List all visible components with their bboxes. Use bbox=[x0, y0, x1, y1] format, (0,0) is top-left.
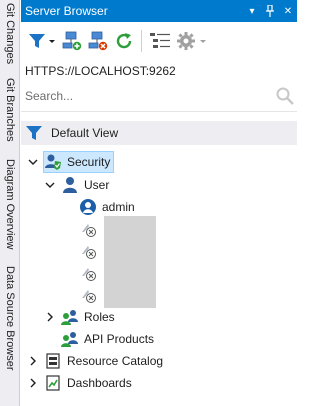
pin-button[interactable] bbox=[263, 3, 277, 19]
roles-icon bbox=[61, 308, 79, 326]
tab-data-source-browser[interactable]: Data Source Browser bbox=[0, 262, 20, 374]
search-box[interactable]: Search... bbox=[21, 80, 297, 112]
search-icon[interactable] bbox=[275, 86, 295, 106]
search-input[interactable]: Search... bbox=[21, 89, 73, 103]
remove-server-button[interactable] bbox=[87, 28, 109, 54]
user-icon bbox=[61, 176, 79, 194]
tree-list-icon bbox=[150, 33, 170, 48]
panel-title-bar: Server Browser ▾ ✕ bbox=[21, 0, 297, 22]
tree-node-label: admin bbox=[102, 200, 135, 214]
collapse-arrow-icon[interactable] bbox=[27, 156, 39, 168]
close-icon: ✕ bbox=[283, 5, 293, 17]
toolbar bbox=[21, 22, 297, 60]
user-disabled-icon bbox=[79, 264, 97, 282]
tree-node-resource-catalog[interactable]: Resource Catalog bbox=[27, 350, 163, 372]
chevron-down-icon: ▾ bbox=[249, 5, 255, 17]
tree-node-dashboards[interactable]: Dashboards bbox=[27, 372, 132, 394]
tree-node-label: API Products bbox=[84, 332, 155, 346]
settings-dropdown-button[interactable] bbox=[176, 28, 208, 54]
tree-node-label: Resource Catalog bbox=[67, 354, 164, 368]
tree-node-admin[interactable]: admin bbox=[79, 196, 135, 218]
tree-node-user[interactable]: User bbox=[44, 174, 109, 196]
redacted-user-names bbox=[104, 216, 156, 308]
user-account-icon bbox=[79, 198, 97, 216]
api-products-icon bbox=[61, 330, 79, 348]
tree-node-label: Security bbox=[67, 155, 111, 169]
tree-node-label: Dashboards bbox=[67, 376, 132, 390]
tree-node-label: Roles bbox=[84, 310, 115, 324]
resource-catalog-icon bbox=[44, 352, 62, 370]
add-server-icon bbox=[62, 31, 82, 51]
security-icon bbox=[44, 153, 62, 171]
expand-arrow-icon[interactable] bbox=[44, 311, 56, 323]
panel-title: Server Browser bbox=[25, 4, 108, 18]
tree-node-user-redacted[interactable] bbox=[79, 240, 102, 262]
tab-diagram-overview[interactable]: Diagram Overview bbox=[0, 152, 20, 256]
toolbar-separator bbox=[141, 30, 142, 52]
expand-arrow-icon[interactable] bbox=[27, 377, 39, 389]
tree-view-button[interactable] bbox=[148, 28, 172, 54]
tab-git-changes[interactable]: Git Changes bbox=[0, 2, 20, 66]
dashboards-icon bbox=[44, 374, 62, 392]
tab-git-branches[interactable]: Git Branches bbox=[0, 74, 20, 146]
close-panel-button[interactable]: ✕ bbox=[281, 3, 295, 19]
filter-icon bbox=[29, 34, 55, 48]
tree-node-api-products[interactable]: API Products bbox=[61, 328, 154, 350]
server-url-label: HTTPS://LOCALHOST:9262 bbox=[25, 64, 176, 78]
expand-arrow-icon[interactable] bbox=[27, 355, 39, 367]
user-disabled-icon bbox=[79, 242, 97, 260]
user-disabled-icon bbox=[79, 286, 97, 304]
filter-dropdown-button[interactable] bbox=[27, 28, 57, 54]
view-selector[interactable]: Default View bbox=[21, 121, 297, 145]
add-server-button[interactable] bbox=[61, 28, 83, 54]
side-tab-strip: Git Changes Git Branches Diagram Overvie… bbox=[0, 0, 20, 406]
pin-icon bbox=[266, 5, 274, 17]
settings-gear-icon bbox=[177, 32, 206, 50]
tree-node-user-redacted[interactable] bbox=[79, 284, 102, 306]
server-browser-panel: Server Browser ▾ ✕ HTTPS://LOCALHOST:926… bbox=[21, 0, 297, 406]
tab-label: Git Branches bbox=[4, 78, 16, 142]
collapse-arrow-icon[interactable] bbox=[44, 179, 56, 191]
refresh-button[interactable] bbox=[113, 28, 135, 54]
tab-label: Diagram Overview bbox=[4, 158, 16, 250]
view-label: Default View bbox=[51, 126, 119, 140]
window-position-dropdown-button[interactable]: ▾ bbox=[245, 3, 259, 19]
tree-node-user-redacted[interactable] bbox=[79, 262, 102, 284]
tree-node-user-redacted[interactable] bbox=[79, 218, 102, 240]
tree-node-label: User bbox=[84, 178, 110, 192]
remove-server-icon bbox=[88, 31, 108, 51]
user-disabled-icon bbox=[79, 220, 97, 238]
filter-icon bbox=[26, 126, 42, 140]
tab-label: Git Changes bbox=[4, 3, 16, 65]
refresh-icon bbox=[116, 33, 132, 49]
tree-node-security[interactable]: Security bbox=[27, 151, 115, 173]
tab-label: Data Source Browser bbox=[4, 265, 16, 371]
tree-node-roles[interactable]: Roles bbox=[44, 306, 115, 328]
